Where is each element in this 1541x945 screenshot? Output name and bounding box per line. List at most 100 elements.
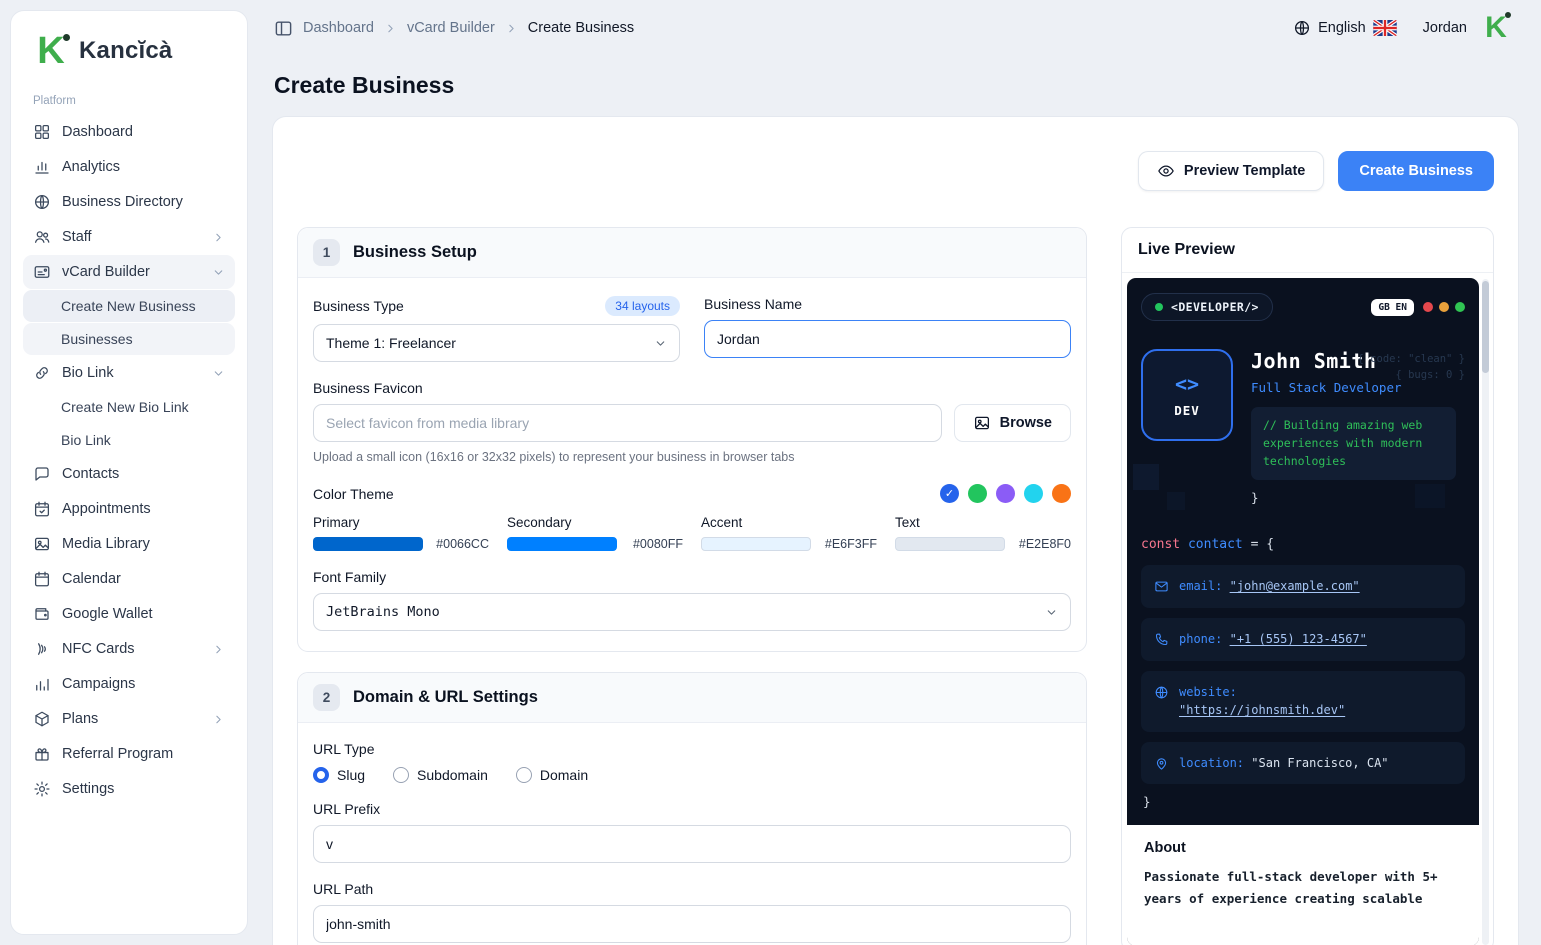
calendar-check-icon bbox=[33, 500, 51, 518]
radio-label: Slug bbox=[337, 767, 366, 783]
sidebar-item-business-directory[interactable]: Business Directory bbox=[23, 185, 235, 219]
contact-value[interactable]: "+1 (555) 123-4567" bbox=[1230, 632, 1367, 646]
create-business-label: Create Business bbox=[1359, 163, 1473, 179]
contact-value[interactable]: "https://johnsmith.dev" bbox=[1179, 703, 1345, 717]
theme-dot-orange[interactable] bbox=[1052, 484, 1071, 503]
favicon-input[interactable] bbox=[313, 404, 942, 442]
sidebar: K Kancĭcà Platform Dashboard Analytics B… bbox=[10, 10, 248, 935]
sidebar-item-nfc-cards[interactable]: NFC Cards bbox=[23, 632, 235, 666]
about-section: About Passionate full-stack developer wi… bbox=[1127, 825, 1479, 945]
sidebar-toggle-icon[interactable] bbox=[274, 19, 293, 38]
sidebar-item-media-library[interactable]: Media Library bbox=[23, 527, 235, 561]
swatch-secondary: Secondary #0080FF bbox=[507, 515, 683, 551]
url-type-slug-radio[interactable]: Slug bbox=[313, 767, 365, 783]
sidebar-item-calendar[interactable]: Calendar bbox=[23, 562, 235, 596]
sidebar-item-bio-link-sub[interactable]: Bio Link bbox=[23, 424, 235, 456]
swatch-bar-text[interactable] bbox=[895, 537, 1005, 551]
pin-icon bbox=[1156, 758, 1167, 770]
breadcrumb-separator-icon bbox=[505, 22, 518, 35]
theme-dot-green[interactable] bbox=[968, 484, 987, 503]
ghost-bugs-text: { bugs: 0 } bbox=[1395, 369, 1465, 381]
business-type-select[interactable]: Theme 1: Freelancer bbox=[313, 324, 680, 362]
sidebar-item-create-new-business[interactable]: Create New Business bbox=[23, 290, 235, 322]
sidebar-item-appointments[interactable]: Appointments bbox=[23, 492, 235, 526]
url-type-label: URL Type bbox=[313, 741, 375, 757]
theme-dot-purple[interactable] bbox=[996, 484, 1015, 503]
sidebar-item-bio-link[interactable]: Bio Link bbox=[23, 356, 235, 390]
about-text: Passionate full-stack developer with 5+ … bbox=[1144, 869, 1438, 907]
sidebar-item-analytics[interactable]: Analytics bbox=[23, 150, 235, 184]
sidebar-item-businesses[interactable]: Businesses bbox=[23, 323, 235, 355]
breadcrumb: Dashboard vCard Builder Create Business bbox=[274, 19, 634, 38]
favicon-helper-text: Upload a small icon (16x16 or 32x32 pixe… bbox=[313, 450, 795, 464]
contact-row-phone[interactable]: phone: "+1 (555) 123-4567" bbox=[1141, 618, 1465, 661]
url-prefix-input[interactable] bbox=[313, 825, 1071, 863]
create-business-button[interactable]: Create Business bbox=[1338, 151, 1494, 191]
preview-hero: <> DEV { code: "clean" } { bugs: 0 } Joh… bbox=[1141, 349, 1465, 505]
sidebar-item-vcard-builder[interactable]: vCard Builder bbox=[23, 255, 235, 289]
swatch-hex: #E6F3FF bbox=[824, 537, 877, 551]
sidebar-item-label: Google Wallet bbox=[62, 606, 153, 622]
main-area: Dashboard vCard Builder Create Business … bbox=[272, 0, 1541, 945]
sidebar-item-plans[interactable]: Plans bbox=[23, 702, 235, 736]
contact-row-email[interactable]: email: "john@example.com" bbox=[1141, 565, 1465, 609]
url-prefix-field: URL Prefix bbox=[313, 801, 1071, 863]
url-type-domain-radio[interactable]: Domain bbox=[515, 767, 588, 783]
user-menu[interactable]: Jordan K bbox=[1423, 9, 1515, 47]
breadcrumb-current: Create Business bbox=[527, 20, 635, 36]
sidebar-item-label: Campaigns bbox=[62, 676, 136, 692]
step-number-badge: 1 bbox=[313, 239, 340, 266]
gift-icon bbox=[33, 745, 51, 763]
breadcrumb-dashboard[interactable]: Dashboard bbox=[303, 20, 374, 36]
radio-checked-icon bbox=[313, 767, 329, 783]
scrollbar-thumb[interactable] bbox=[1482, 281, 1489, 373]
preview-template-label: Preview Template bbox=[1183, 163, 1306, 179]
preview-template-button[interactable]: Preview Template bbox=[1137, 151, 1325, 191]
theme-dot-cyan[interactable] bbox=[1024, 484, 1043, 503]
contact-key: phone: bbox=[1179, 632, 1223, 647]
theme-dot-blue-selected[interactable] bbox=[940, 484, 959, 503]
topbar: Dashboard vCard Builder Create Business … bbox=[272, 0, 1541, 56]
language-switcher[interactable]: English bbox=[1293, 19, 1397, 37]
color-theme-label: Color Theme bbox=[313, 485, 394, 502]
sidebar-item-label: Bio Link bbox=[62, 365, 114, 381]
contact-row-website[interactable]: website: "https://johnsmith.dev" bbox=[1141, 670, 1465, 732]
wallet-icon bbox=[33, 605, 51, 623]
box-icon bbox=[33, 710, 51, 728]
sidebar-item-google-wallet[interactable]: Google Wallet bbox=[23, 597, 235, 631]
sidebar-item-contacts[interactable]: Contacts bbox=[23, 457, 235, 491]
sidebar-item-settings[interactable]: Settings bbox=[23, 772, 235, 806]
sidebar-item-campaigns[interactable]: Campaigns bbox=[23, 667, 235, 701]
live-preview-body: <DEVELOPER/> GB EN <> DEV {code: "clean… bbox=[1122, 273, 1493, 945]
font-family-select[interactable]: JetBrains Mono bbox=[313, 593, 1071, 631]
domain-settings-panel: 2 Domain & URL Settings URL Type Slug Su… bbox=[297, 672, 1087, 945]
url-type-subdomain-radio[interactable]: Subdomain bbox=[393, 767, 488, 783]
const-rest: = { bbox=[1242, 537, 1275, 553]
step-number-badge: 2 bbox=[313, 684, 340, 711]
sidebar-item-staff[interactable]: Staff bbox=[23, 220, 235, 254]
calendar-icon bbox=[33, 570, 51, 588]
swatch-bar-accent[interactable] bbox=[701, 537, 811, 551]
browse-button[interactable]: Browse bbox=[953, 404, 1071, 442]
nfc-icon bbox=[33, 640, 51, 658]
contact-row-location[interactable]: location: "San Francisco, CA" bbox=[1141, 741, 1465, 785]
breadcrumb-vcard-builder[interactable]: vCard Builder bbox=[407, 20, 495, 36]
closing-brace: } bbox=[1251, 490, 1259, 506]
preview-language-badge[interactable]: GB EN bbox=[1371, 298, 1414, 316]
sidebar-item-create-new-bio-link[interactable]: Create New Bio Link bbox=[23, 391, 235, 423]
brand-logo[interactable]: K Kancĭcà bbox=[23, 25, 235, 91]
url-path-input[interactable] bbox=[313, 905, 1071, 943]
url-type-field: URL Type Slug Subdomain Domain bbox=[313, 741, 1071, 783]
language-label: English bbox=[1318, 20, 1366, 36]
contact-value[interactable]: "john@example.com" bbox=[1230, 579, 1360, 593]
business-name-input[interactable] bbox=[704, 320, 1071, 358]
live-preview-panel: Live Preview <DEVELOPER/> GB EN <> DEV {… bbox=[1121, 227, 1494, 945]
sidebar-item-referral-program[interactable]: Referral Program bbox=[23, 737, 235, 771]
preview-scrollbar[interactable] bbox=[1482, 279, 1489, 945]
status-dot bbox=[1155, 303, 1163, 311]
sidebar-item-label: Bio Link bbox=[61, 432, 111, 448]
swatch-bar-primary[interactable] bbox=[313, 537, 423, 551]
layouts-count-badge: 34 layouts bbox=[605, 296, 680, 316]
swatch-bar-secondary[interactable] bbox=[507, 537, 617, 551]
sidebar-item-dashboard[interactable]: Dashboard bbox=[23, 115, 235, 149]
